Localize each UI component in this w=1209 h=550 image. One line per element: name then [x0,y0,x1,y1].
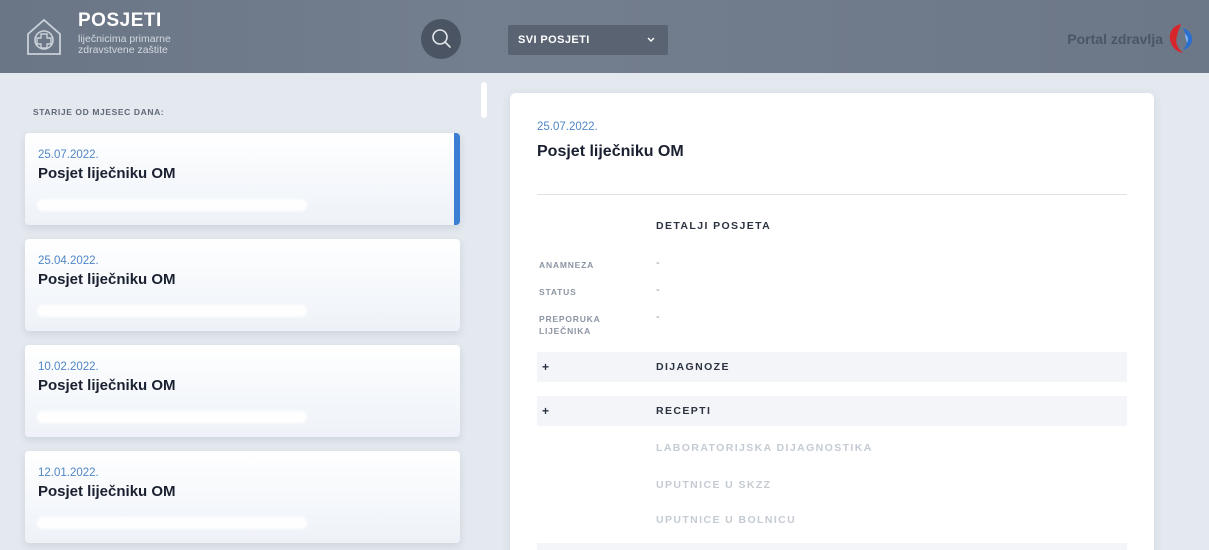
chevron-down-icon [647,37,655,42]
visit-card[interactable]: 25.04.2022. Posjet liječniku OM [25,239,460,331]
field-label-preporuka: PREPORUKA LIJEČNIKA [539,314,601,336]
app-title: POSJETI [78,10,162,31]
search-icon [432,29,451,48]
redacted-text [37,411,307,423]
app-subtitle: liječnicima primarne zdravstvene zaštite [78,33,171,56]
search-button[interactable] [421,19,461,59]
visit-filter-select[interactable]: SVI POSJETI [508,25,668,55]
accordion-recepti[interactable]: + RECEPTI [537,396,1127,426]
section-laboratory-disabled: LABORATORIJSKA DIJAGNOSTIKA [656,442,873,454]
accordion-row-partial [537,543,1127,550]
medical-house-icon [22,14,66,58]
detail-date: 25.07.2022. [537,121,598,133]
portal-logo [1165,20,1197,56]
field-label-status: STATUS [539,287,577,297]
visit-title: Posjet liječniku OM [38,377,176,394]
visit-filter-value: SVI POSJETI [518,34,590,46]
section-hospital-referrals-disabled: UPUTNICE U BOLNICU [656,514,797,526]
section-title-visit-details: DETALJI POSJETA [656,220,772,232]
visit-date: 25.07.2022. [38,149,99,161]
portal-name: Portal zdravlja [1067,31,1163,47]
detail-title: Posjet liječniku OM [537,143,684,160]
accordion-dijagnoze[interactable]: + DIJAGNOZE [537,352,1127,382]
visit-title: Posjet liječniku OM [38,165,176,182]
list-group-heading: STARIJE OD MJESEC DANA: [33,107,165,117]
list-scrollbar[interactable] [481,82,487,118]
divider [537,194,1127,195]
visit-card[interactable]: 12.01.2022. Posjet liječniku OM [25,451,460,543]
redacted-text [37,199,307,211]
visit-title: Posjet liječniku OM [38,483,176,500]
accordion-label: DIJAGNOZE [656,361,730,373]
app-header: POSJETI liječnicima primarne zdravstvene… [0,0,1209,73]
visit-card-selected[interactable]: 25.07.2022. Posjet liječniku OM [25,133,460,225]
redacted-text [37,305,307,317]
section-skzz-referrals-disabled: UPUTNICE U SKZZ [656,479,772,491]
field-value-anamneza: - [656,257,660,269]
visit-title: Posjet liječniku OM [38,271,176,288]
visit-date: 12.01.2022. [38,467,99,479]
field-value-status: - [656,284,660,296]
accordion-label: RECEPTI [656,405,712,417]
visit-date: 10.02.2022. [38,361,99,373]
field-label-anamneza: ANAMNEZA [539,260,595,270]
visit-card[interactable]: 10.02.2022. Posjet liječniku OM [25,345,460,437]
redacted-text [37,517,307,529]
visit-detail-panel: 25.07.2022. Posjet liječniku OM DETALJI … [510,93,1154,550]
visit-date: 25.04.2022. [38,255,99,267]
expand-icon: + [542,404,550,418]
field-value-preporuka: - [656,311,660,323]
expand-icon: + [542,360,550,374]
